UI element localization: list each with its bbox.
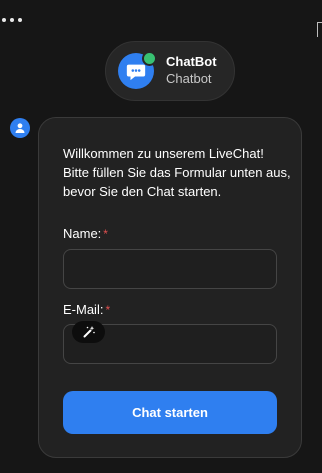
- name-label-text: Name:: [63, 226, 102, 241]
- prechat-form-card: Willkommen zu unserem LiveChat! Bitte fü…: [38, 117, 302, 458]
- required-asterisk: *: [103, 227, 108, 241]
- message-avatar: [10, 118, 30, 138]
- online-status-indicator: [142, 51, 157, 66]
- window-edge-marker: [317, 22, 322, 37]
- user-icon: [15, 123, 25, 133]
- name-label: Name: *: [63, 226, 108, 242]
- bot-avatar: [118, 51, 157, 89]
- email-label-text: E-Mail:: [63, 302, 104, 317]
- name-input[interactable]: [63, 249, 277, 289]
- menu-dot: [18, 18, 22, 22]
- bot-subtitle: Chatbot: [166, 71, 212, 86]
- magic-wand-icon: [83, 326, 95, 338]
- autofill-button[interactable]: [72, 321, 105, 343]
- required-asterisk: *: [105, 303, 111, 317]
- email-label: E-Mail: *: [63, 302, 110, 318]
- menu-dot: [10, 18, 14, 22]
- bot-header: ChatBot Chatbot: [105, 41, 235, 101]
- bot-info: ChatBot Chatbot: [166, 54, 217, 88]
- start-chat-button[interactable]: Chat starten: [63, 391, 277, 434]
- chat-widget: ChatBot Chatbot Willkommen zu unserem Li…: [0, 0, 322, 473]
- bot-name: ChatBot: [166, 54, 217, 69]
- more-options-icon[interactable]: [2, 14, 26, 26]
- menu-dot: [2, 18, 6, 22]
- welcome-message: Willkommen zu unserem LiveChat! Bitte fü…: [63, 146, 291, 199]
